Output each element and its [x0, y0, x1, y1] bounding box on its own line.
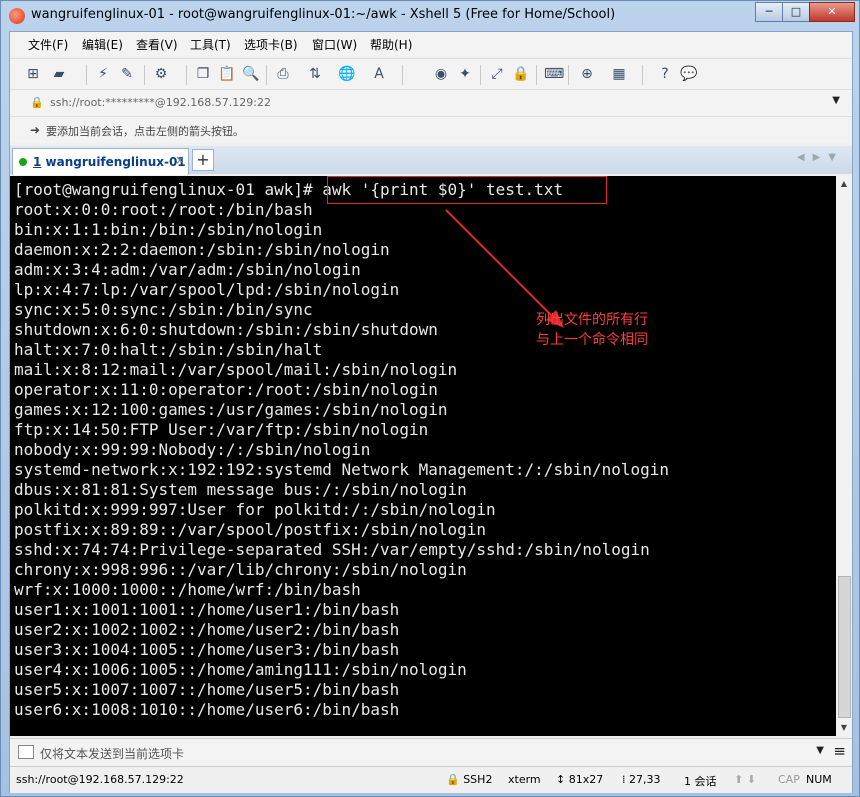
scroll-thumb[interactable] — [838, 576, 851, 718]
properties-icon[interactable]: ⚙ — [152, 65, 170, 83]
script-icon[interactable]: ◉ — [432, 65, 450, 83]
tile-icon[interactable]: ▦ — [610, 65, 628, 83]
chat-icon[interactable]: 💬 — [680, 65, 698, 83]
status-arrows-icon: ⬆ ⬇ — [734, 773, 756, 786]
minimize-button[interactable]: ─ — [755, 2, 783, 22]
xshell-window: wangruifenglinux-01 - root@wangruifengli… — [0, 0, 860, 797]
tab-scroll-arrows[interactable]: ◀▶▼ — [797, 152, 844, 163]
menu-tools[interactable]: 工具(T) — [190, 36, 231, 53]
toolbar-separator — [266, 65, 267, 85]
toolbar-separator — [144, 65, 145, 85]
arrow-right-icon[interactable]: ➜ — [30, 123, 40, 137]
status-bar: ssh://root@192.168.57.129:22 🔒 SSH2 xter… — [10, 766, 852, 793]
globe-icon[interactable]: 🌐 — [338, 65, 356, 83]
menu-tabs[interactable]: 选项卡(B) — [244, 36, 298, 53]
vertical-scrollbar[interactable]: ▲ ▼ — [836, 176, 852, 736]
close-icon[interactable]: × — [175, 153, 185, 167]
toolbar-separator — [536, 65, 537, 85]
connected-status-icon — [19, 158, 27, 166]
status-cap: CAP — [778, 773, 800, 786]
tab-session[interactable]: 1 wangruifenglinux-01 × — [12, 148, 189, 175]
status-protocol: 🔒 SSH2 — [446, 773, 493, 786]
open-folder-icon[interactable]: ▰ — [50, 65, 68, 83]
menu-edit[interactable]: 编辑(E) — [82, 36, 123, 53]
menu-view[interactable]: 查看(V) — [136, 36, 178, 53]
compose-icon — [18, 745, 34, 759]
copy-icon[interactable]: ❐ — [194, 65, 212, 83]
address-bar[interactable]: 🔒 ssh://root:*********@192.168.57.129:22… — [10, 89, 852, 116]
toolbar-separator — [480, 65, 481, 85]
status-sessions: 1 会话 — [684, 775, 717, 788]
annotation-arrow — [445, 209, 564, 328]
menu-window[interactable]: 窗口(W) — [312, 36, 357, 53]
tab-label: 1 wangruifenglinux-01 — [33, 155, 186, 169]
session-hint-bar: ➜ 要添加当前会话，点击左侧的箭头按钮。 — [10, 116, 852, 143]
annotation-text: 列出文件的所有行 与上一个命令相同 — [536, 312, 648, 348]
lock-icon[interactable]: 🔒 — [512, 65, 530, 83]
font-icon[interactable]: A — [370, 65, 388, 83]
add-tab-button[interactable]: + — [192, 149, 214, 171]
compose-input[interactable]: 仅将文本发送到当前选项卡 — [40, 745, 184, 762]
toolbar: ⊞ ▰ ⚡ ✎ ⚙ ❐ 📋 🔍 ⎙ ⇅ 🌐 A ◉ ✦ ⤢ 🔒 ⌨ ⊕ ▦ ? … — [10, 58, 852, 89]
find-icon[interactable]: 🔍 — [242, 65, 260, 83]
lock-icon: 🔒 — [30, 96, 44, 109]
status-size: ↕ 81x27 — [556, 773, 604, 786]
toolbar-separator — [642, 65, 643, 85]
reconnect-icon[interactable]: ⚡ — [94, 65, 112, 83]
menu-icon[interactable]: ≡ — [833, 742, 846, 760]
window-controls: ─ □ ✕ — [755, 2, 855, 22]
scroll-up-icon[interactable]: ▲ — [836, 176, 852, 192]
title-bar[interactable]: wangruifenglinux-01 - root@wangruifengli… — [1, 1, 859, 31]
compose-bar[interactable]: 仅将文本发送到当前选项卡 ▼ ≡ — [10, 738, 852, 765]
toolbar-separator — [86, 65, 87, 85]
status-cursor: ⁞ 27,33 — [622, 773, 661, 786]
address-input[interactable]: ssh://root:*********@192.168.57.129:22 — [50, 96, 271, 109]
xftp-icon[interactable]: ✦ — [456, 65, 474, 83]
scroll-down-icon[interactable]: ▼ — [836, 720, 852, 736]
terminal-output[interactable]: [root@wangruifenglinux-01 awk]# awk '{pr… — [10, 176, 836, 736]
chevron-down-icon[interactable]: ▼ — [816, 745, 824, 756]
hint-text: 要添加当前会话，点击左侧的箭头按钮。 — [46, 125, 244, 138]
toolbar-separator — [186, 65, 187, 85]
help-icon[interactable]: ? — [656, 65, 674, 83]
fullscreen-icon[interactable]: ⤢ — [488, 65, 506, 83]
main-frame: 文件(F) 编辑(E) 查看(V) 工具(T) 选项卡(B) 窗口(W) 帮助(… — [9, 31, 853, 793]
tab-bar: 1 wangruifenglinux-01 × + ◀▶▼ — [10, 146, 852, 175]
chevron-down-icon[interactable]: ▼ — [832, 95, 840, 106]
print-icon[interactable]: ⎙ — [274, 65, 292, 83]
status-connection: ssh://root@192.168.57.129:22 — [16, 773, 184, 786]
transfer-icon[interactable]: ⇅ — [306, 65, 324, 83]
toolbar-separator — [568, 65, 569, 85]
xshell-logo-icon — [9, 8, 25, 24]
status-terminal-type: xterm — [508, 773, 541, 786]
menu-bar: 文件(F) 编辑(E) 查看(V) 工具(T) 选项卡(B) 窗口(W) 帮助(… — [10, 32, 852, 56]
new-tab-icon[interactable]: ⊕ — [578, 65, 596, 83]
maximize-button[interactable]: □ — [782, 2, 810, 22]
status-num: NUM — [806, 773, 832, 786]
paste-icon[interactable]: 📋 — [218, 65, 236, 83]
window-title: wangruifenglinux-01 - root@wangruifengli… — [31, 7, 616, 22]
keyboard-icon[interactable]: ⌨ — [544, 65, 564, 83]
menu-file[interactable]: 文件(F) — [28, 36, 68, 53]
new-session-icon[interactable]: ⊞ — [24, 65, 42, 83]
menu-help[interactable]: 帮助(H) — [370, 36, 412, 53]
close-button[interactable]: ✕ — [809, 2, 855, 22]
toolbar-separator — [402, 65, 403, 85]
disconnect-icon[interactable]: ✎ — [118, 65, 136, 83]
